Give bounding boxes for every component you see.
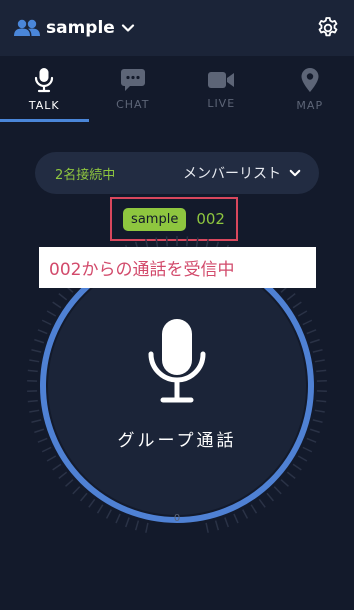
level-tick <box>316 399 327 403</box>
level-tick <box>46 310 57 317</box>
level-tick <box>58 293 68 301</box>
level-tick <box>37 329 48 335</box>
level-tick <box>250 504 258 514</box>
level-tick <box>27 369 38 373</box>
level-tick <box>195 237 199 248</box>
level-tick <box>29 359 40 363</box>
level-tick <box>286 471 296 479</box>
level-tick <box>58 471 68 479</box>
level-tick <box>292 301 302 309</box>
level-tick <box>186 236 189 247</box>
level-tick <box>205 522 209 533</box>
level-tick <box>80 492 88 502</box>
level-tick <box>46 455 57 462</box>
level-tick <box>306 329 317 335</box>
level-tick <box>292 463 302 471</box>
level-tick <box>312 419 323 424</box>
level-tick <box>72 486 81 495</box>
level-tick <box>286 293 296 301</box>
level-tick <box>145 522 149 533</box>
level-tick <box>309 338 320 344</box>
level-tick <box>155 237 159 248</box>
level-tick <box>52 301 62 309</box>
level-tick <box>41 319 52 326</box>
level-tick <box>31 419 42 424</box>
level-tick <box>258 498 266 508</box>
level-value: 0 <box>173 513 181 524</box>
level-tick <box>297 455 308 462</box>
level-tick <box>27 399 38 403</box>
level-tick <box>88 498 96 508</box>
level-tick <box>52 463 62 471</box>
level-tick <box>65 479 74 487</box>
level-tick <box>312 348 323 353</box>
level-tick <box>34 338 45 344</box>
call-dial: グループ通話 0 <box>0 0 354 610</box>
level-tick <box>314 409 325 413</box>
level-tick <box>31 348 42 353</box>
level-tick <box>280 479 289 487</box>
level-tick <box>96 504 104 514</box>
level-tick <box>297 310 308 317</box>
group-call-label: グループ通話 <box>117 431 237 451</box>
level-tick <box>165 236 168 247</box>
level-tick <box>314 359 325 363</box>
level-tick <box>29 409 40 413</box>
level-tick <box>266 492 274 502</box>
level-tick <box>273 486 282 495</box>
level-tick <box>302 319 313 326</box>
incoming-call-banner: 002からの通話を受信中 <box>39 247 316 288</box>
level-tick <box>316 369 327 373</box>
